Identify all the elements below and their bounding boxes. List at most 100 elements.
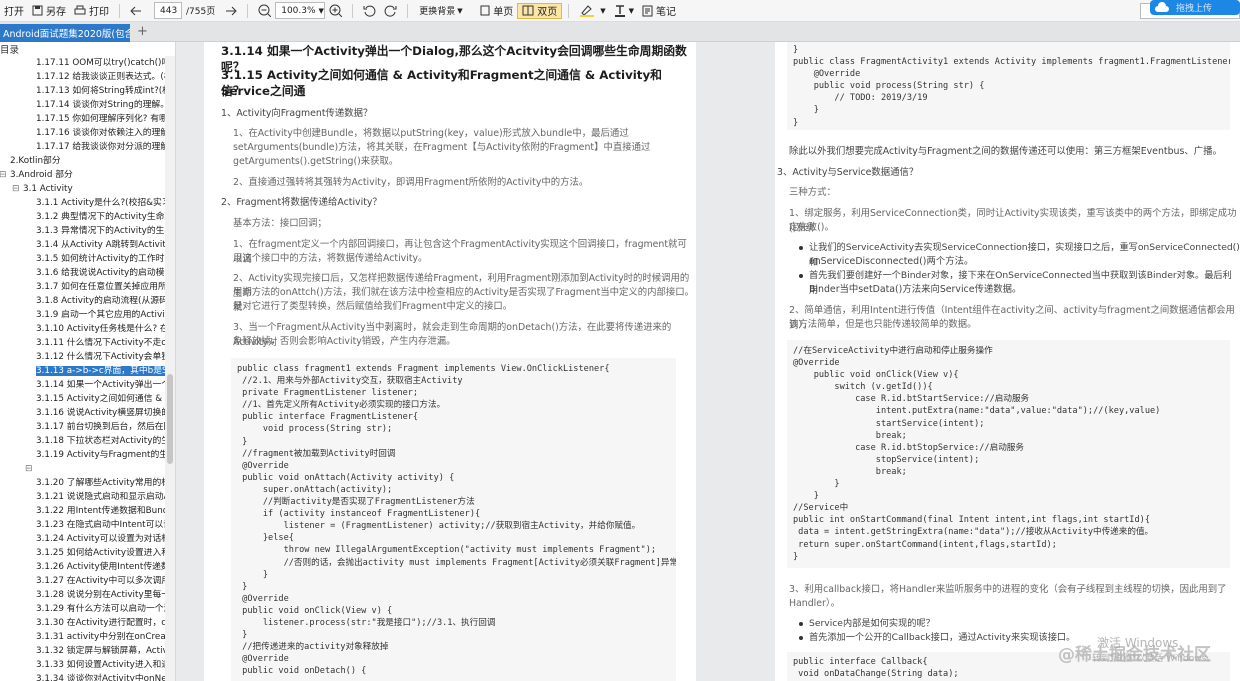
toc-item[interactable]: 3.1.28 说说分别在Activity里每一个 (0, 588, 175, 602)
notes-button[interactable]: 笔记 (638, 0, 680, 22)
scrollbar-thumb[interactable] (167, 374, 173, 464)
open-button[interactable]: 打开 (0, 0, 28, 22)
toc-item[interactable]: 3.1.12 什么情况下Activity会单独执 (0, 350, 175, 364)
rotate-left-button[interactable] (359, 0, 380, 22)
zoom-in-button[interactable] (325, 0, 346, 22)
code-line: public void process(String str) { (793, 81, 985, 92)
new-tab-icon[interactable]: + (137, 24, 148, 39)
toc-item[interactable]: 3.1.21 说说隐式启动和显示启动Ac (0, 490, 175, 504)
text-tool-button[interactable]: ▼ (610, 0, 638, 22)
paragraph: setArguments(bundle)方法，将其关联，在Fragment【与A… (233, 142, 651, 153)
toc-item[interactable]: 1.17.17 给我谈谈你对分派的理解。 (0, 140, 175, 154)
single-page-button[interactable]: 单页 (476, 0, 517, 22)
rotate-right-button[interactable] (380, 0, 401, 22)
toc-item[interactable]: 3.1.27 在Activity中可以多次调用s (0, 574, 175, 588)
code-line: return super.onStartCommand(intent,flags… (793, 539, 1057, 550)
toc-item[interactable]: 3.1.15 Activity之间如何通信 & Ac (0, 392, 175, 406)
collapse-icon[interactable]: ⊟ (12, 182, 20, 196)
print-button[interactable]: 打印 (70, 0, 113, 22)
code-line: intent.putExtra(name:"data",value:"data"… (793, 406, 1161, 417)
toc-item[interactable]: 3.1.10 Activity任务栈是什么? 在 (0, 322, 175, 336)
toc-item[interactable]: 1.17.16 谈谈你对依赖注入的理解。 (0, 126, 175, 140)
toc-item[interactable]: 3.1.25 如何给Activity设置进入和退 (0, 546, 175, 560)
toc-item[interactable]: ⊟ (0, 462, 175, 476)
code-line: // TODO: 2019/3/19 (793, 93, 928, 104)
tab-document[interactable]: Android面试题集2020版(包含✕ (0, 24, 130, 42)
code-line: //在ServiceActivity中进行启动和停止服务操作 (793, 346, 993, 356)
toc-item-label: 3.1.27 在Activity中可以多次调用s (36, 576, 175, 586)
toc-item-label: 3.1.23 在隐式启动中Intent可以设 (36, 520, 173, 530)
upload-button[interactable]: 拖拽上传 (1150, 0, 1240, 15)
toc-item[interactable]: 3.1.7 如何在任意位置关掉应用所有 (0, 280, 175, 294)
toc-item[interactable]: 3.1.14 如果一个Activity弹出一个D (0, 378, 175, 392)
save-as-button[interactable]: 另存 (28, 0, 70, 22)
heading-3-1-15-cont: 信？ (221, 84, 245, 98)
single-page-label: 单页 (493, 7, 514, 18)
toc-item[interactable]: 3.1.23 在隐式启动中Intent可以设 (0, 518, 175, 532)
toc-item[interactable]: 3.1.19 Activity与Fragment的生命 (0, 448, 175, 462)
toc-item-label: 3.1.8 Activity的启动流程(从源码角 (36, 296, 175, 306)
toc-item[interactable]: 3.1.8 Activity的启动流程(从源码角 (0, 294, 175, 308)
toc-item[interactable]: 3.1.33 如何设置Activity进入和退出 (0, 658, 175, 672)
toc-item[interactable]: 3.1.20 了解哪些Activity常用的标记 (0, 476, 175, 490)
toc-item[interactable]: 3.1.6 给我说说Activity的启动模式 (0, 266, 175, 280)
highlight-button[interactable]: ▼ (575, 0, 609, 22)
toc-item[interactable]: 3.1.1 Activity是什么?(校招&实习 (0, 196, 175, 210)
background-select[interactable]: 更换背景 ▼ (414, 2, 473, 19)
section-title: 2、Fragment将数据传递给Activity？ (221, 197, 382, 208)
collapse-icon[interactable]: ⊟ (0, 168, 7, 182)
code-line: if (activity instanceof FragmentListener… (237, 509, 481, 520)
toc-item-label: 3.1.32 锁定屏与解锁屏幕，Activit (36, 646, 174, 656)
zoom-out-button[interactable] (254, 0, 275, 22)
toc-item[interactable]: 3.1.13 a->b->c界面，其中b是Sin (0, 364, 175, 378)
toc-item[interactable]: 3.1.4 从Activity A跳转到Activity B (0, 238, 175, 252)
toc-item-label: 1.17.17 给我谈谈你对分派的理解。 (36, 142, 175, 152)
paragraph: 2、直接通过强转将其强转为Activity，即调用Fragment所依附的Act… (233, 177, 589, 188)
toc-item[interactable]: 3.1.30 在Activity进行配置时，cat (0, 616, 175, 630)
toc-item[interactable]: 3.1.9 启动一个其它应用的Activity (0, 308, 175, 322)
next-page-button[interactable] (221, 0, 241, 22)
toc-item[interactable]: 3.1.26 Activity使用Intent传递数据 (0, 560, 175, 574)
divider (119, 3, 120, 18)
toc-item[interactable]: 3.1.16 说说Activity横竖屏切换的生 (0, 406, 175, 420)
toc-item[interactable]: 3.1.22 用Intent传递数据和Bundle (0, 504, 175, 518)
paragraph: 象释放掉，否则会影响Activity销毁，产生内存泄漏。 (233, 336, 456, 347)
page-number-input[interactable]: 443 (154, 2, 182, 19)
toc-scrollbar[interactable] (165, 56, 175, 681)
toc-item[interactable]: 3.1.3 异常情况下的Activity的生命 (0, 224, 175, 238)
collapse-icon[interactable]: ⊟ (25, 462, 33, 476)
double-page-button[interactable]: 双页 (517, 2, 563, 19)
toc-item[interactable]: ⊟3.Android 部分 (0, 168, 175, 182)
code-line: //Service中 (793, 503, 849, 514)
code-line: super.onAttach(activity); (237, 484, 393, 495)
toc-item[interactable]: 3.1.31 activity中分别在onCreate, (0, 630, 175, 644)
toc-item[interactable]: 3.1.5 如何统计Activity的工作时间 (0, 252, 175, 266)
toc-item[interactable]: 1.17.12 给我谈谈正则表达式。(校 (0, 70, 175, 84)
toc-item[interactable]: 3.1.29 有什么方法可以启动一个没 (0, 602, 175, 616)
toc-item[interactable]: 3.1.18 下拉状态栏对Activity的生命 (0, 434, 175, 448)
toc-item[interactable]: 1.17.15 你如何理解序列化? 有哪些 (0, 112, 175, 126)
prev-page-button[interactable] (126, 0, 146, 22)
toc-item[interactable]: 2.Kotlin部分 (0, 154, 175, 168)
paragraph: onServiceDisconnected()两个方法。 (809, 256, 974, 267)
toc-item[interactable]: 1.17.11 OOM可以try()catch()吗? (0, 56, 175, 70)
toc-item[interactable]: ⊟ 3.1 Activity (0, 182, 175, 196)
toc-item-label: 1.17.12 给我谈谈正则表达式。(校 (36, 72, 173, 82)
zoom-select[interactable]: 100.3% ▼ (275, 2, 326, 19)
pdf-reader-window: 打开 另存 打印 443 /755页 100.3% ▼ 更换背景 ▼ 单页 双页 ▼… (0, 0, 1240, 681)
toc-item[interactable]: 3.1.11 什么情况下Activity不走onD (0, 336, 175, 350)
arrow-right-icon (226, 6, 237, 15)
toc-item[interactable]: 3.1.24 Activity可以设置为对话框 (0, 532, 175, 546)
toc-item[interactable]: 3.1.17 前台切换到后台，然后在回 (0, 420, 175, 434)
paragraph: 除此以外我们想要完成Activity与Fragment之间的数据传递还可以使用：… (789, 146, 1222, 157)
code-line: data = intent.getStringExtra(name:"data"… (793, 527, 1154, 538)
code-line: void process(String str); (237, 424, 393, 435)
double-page-label: 双页 (537, 7, 558, 18)
code-line: startService(intent); (793, 418, 985, 429)
toc-item[interactable]: 1.17.13 如何将String转成int?(校招 (0, 84, 175, 98)
toc-item[interactable]: 3.1.2 典型情况下的Activity生命周 (0, 210, 175, 224)
toc-item[interactable]: 3.1.34 谈谈你对Activity中onNew (0, 672, 175, 681)
paragraph: 基本方法：接口回调； (233, 218, 327, 229)
toc-item[interactable]: 1.17.14 谈谈你对String的理解。 (0, 98, 175, 112)
toc-item[interactable]: 3.1.32 锁定屏与解锁屏幕，Activit (0, 644, 175, 658)
